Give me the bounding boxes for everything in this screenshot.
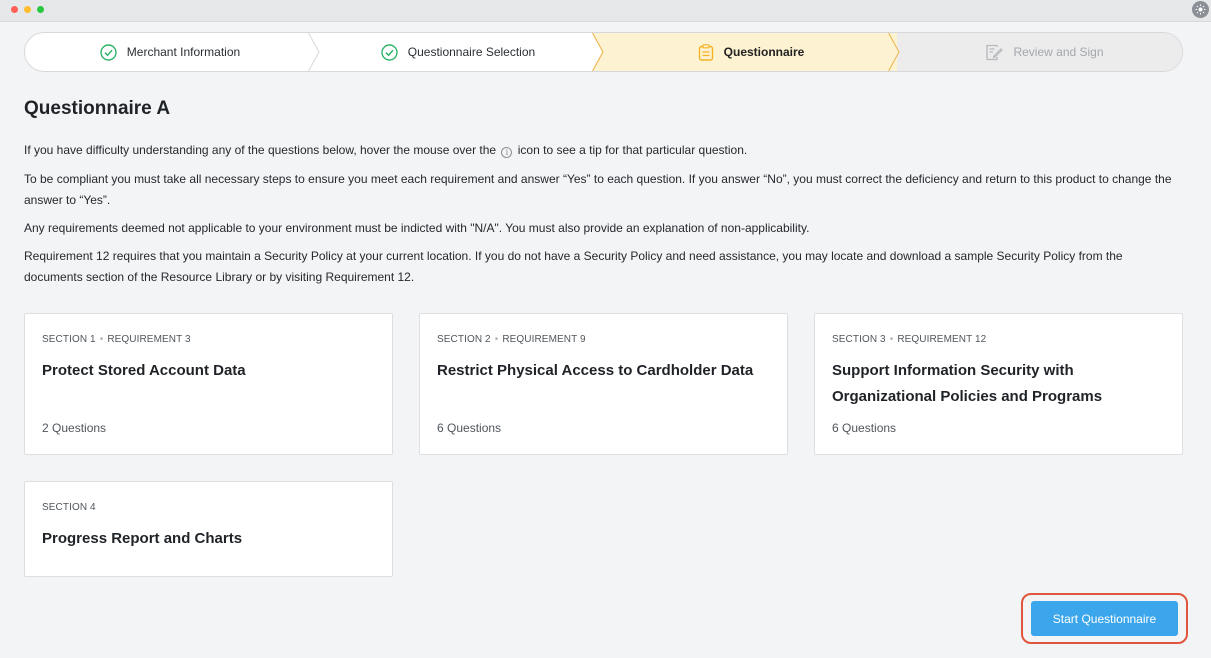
- compliance-paragraph: To be compliant you must take all necess…: [24, 172, 1172, 207]
- intro-text-after: icon to see a tip for that particular qu…: [517, 143, 748, 157]
- requirement-number: REQUIREMENT 12: [897, 334, 987, 345]
- section-card-1[interactable]: SECTION 1 • REQUIREMENT 3 Protect Stored A…: [24, 313, 393, 455]
- progress-stepper: Merchant Information Questionnaire Selec…: [24, 32, 1183, 72]
- info-icon: i: [501, 147, 513, 158]
- section-number: SECTION 4: [42, 502, 96, 513]
- sign-document-icon: [985, 44, 1004, 61]
- section-kicker: SECTION 3 • REQUIREMENT 12: [832, 334, 987, 345]
- section-number: SECTION 2: [437, 334, 491, 345]
- section-card-3[interactable]: SECTION 3 • REQUIREMENT 12 Support Informa…: [814, 313, 1183, 455]
- step-questionnaire[interactable]: Questionnaire: [611, 33, 891, 71]
- requirement-number: REQUIREMENT 9: [502, 334, 586, 345]
- not-applicable-paragraph: Any requirements deemed not applicable t…: [24, 221, 810, 235]
- clipboard-icon: [698, 43, 714, 61]
- close-window-button[interactable]: [11, 6, 18, 13]
- section-card-2[interactable]: SECTION 2 • REQUIREMENT 9 Restrict Physica…: [419, 313, 788, 455]
- section-number: SECTION 1: [42, 334, 96, 345]
- maximize-window-button[interactable]: [37, 6, 44, 13]
- check-circle-icon: [381, 43, 398, 61]
- start-button-highlight: Start Questionnaire: [1021, 593, 1188, 644]
- section-title: Protect Stored Account Data: [42, 362, 246, 379]
- section-card-4[interactable]: SECTION 4 Progress Report and Charts: [24, 481, 393, 577]
- question-count: 2 Questions: [42, 421, 107, 435]
- intro-text-before: If you have difficulty understanding any…: [24, 143, 497, 157]
- step-label: Questionnaire: [723, 45, 805, 59]
- section-kicker: SECTION 4: [42, 502, 96, 513]
- question-count: 6 Questions: [832, 421, 897, 435]
- intro-paragraph: If you have difficulty understanding any…: [24, 140, 1184, 161]
- section-kicker: SECTION 2 • REQUIREMENT 9: [437, 334, 586, 345]
- minimize-window-button[interactable]: [24, 6, 31, 13]
- step-questionnaire-selection[interactable]: Questionnaire Selection: [315, 33, 601, 71]
- step-merchant-information[interactable]: Merchant Information: [25, 33, 315, 71]
- check-circle-icon: [100, 43, 117, 61]
- section-number: SECTION 3: [832, 334, 886, 345]
- section-title: Support Information Security with Organi…: [832, 362, 1103, 405]
- step-review-and-sign: Review and Sign: [905, 33, 1182, 71]
- step-label: Merchant Information: [126, 45, 241, 59]
- step-label: Review and Sign: [1013, 45, 1104, 59]
- section-kicker: SECTION 1 • REQUIREMENT 3: [42, 334, 191, 345]
- section-title: Restrict Physical Access to Cardholder D…: [437, 362, 754, 379]
- section-title: Progress Report and Charts: [42, 530, 243, 547]
- requirement12-paragraph: Requirement 12 requires that you maintai…: [24, 249, 1123, 284]
- window-titlebar: [0, 0, 1211, 22]
- page-title: Questionnaire A: [24, 98, 171, 119]
- requirement-number: REQUIREMENT 3: [107, 334, 191, 345]
- sun-icon[interactable]: [1192, 1, 1209, 18]
- step-label: Questionnaire Selection: [407, 45, 536, 59]
- question-count: 6 Questions: [437, 421, 502, 435]
- start-questionnaire-button[interactable]: Start Questionnaire: [1031, 601, 1178, 636]
